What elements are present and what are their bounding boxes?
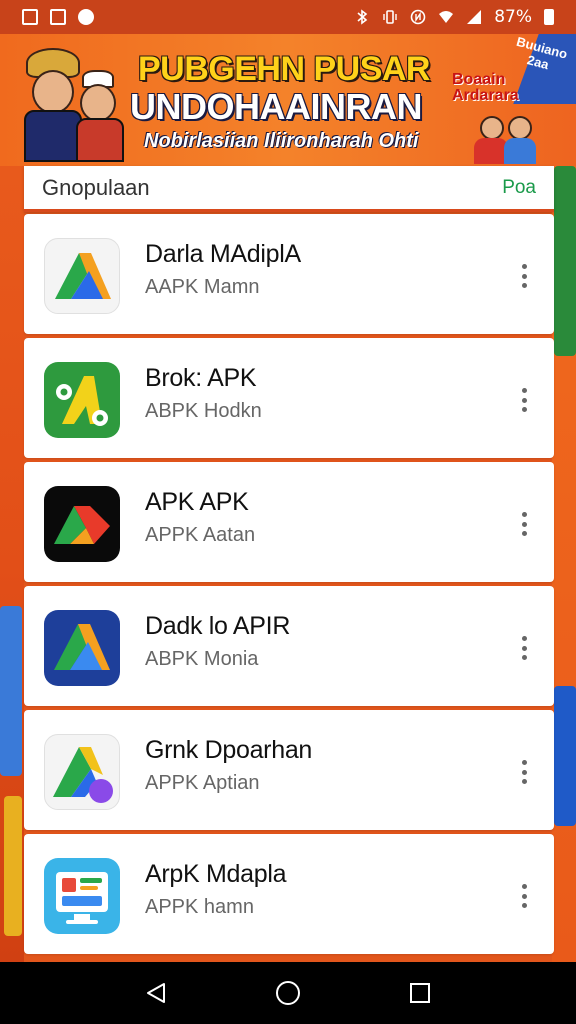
more-options-icon[interactable]	[516, 512, 532, 536]
banner-right-text-line1: Boaain	[452, 71, 506, 88]
app-name: ArpK Mdapla	[145, 860, 287, 888]
app-subtitle: APPK Aatan	[145, 524, 256, 546]
app-subtitle: AAPK Mamn	[145, 276, 260, 298]
banner-subtitle: Nobirlasiian Iliironharah Ohti	[144, 130, 419, 152]
blue-a-icon	[44, 610, 120, 686]
banner-right-text-line2: Ardarara	[452, 87, 519, 104]
app-list: Darla MAdiplA AAPK Mamn Brok: APK ABPK H…	[24, 214, 554, 958]
promo-banner[interactable]: PUBGEHN PUSAR UNDOHAAINRAN Nobirlasiian …	[0, 34, 576, 166]
banner-kids-image	[468, 114, 538, 164]
status-bar: 87%	[0, 0, 576, 34]
list-item[interactable]: ArpK Mdapla APPK hamn	[24, 834, 554, 954]
vibrate-icon	[383, 10, 397, 24]
dark-a-icon	[44, 486, 120, 562]
search-text[interactable]: Gnopulaan	[42, 175, 150, 201]
status-right-icons: 87%	[354, 7, 554, 27]
app-subtitle: ABPK Hodkn	[145, 400, 262, 422]
right-background-decor	[552, 166, 576, 966]
more-options-icon[interactable]	[516, 264, 532, 288]
tablet-icon	[44, 858, 120, 934]
app-name: APK APK	[145, 488, 249, 516]
app-subtitle: APPK hamn	[145, 896, 254, 918]
recents-button[interactable]	[400, 973, 440, 1013]
signal-icon	[467, 10, 482, 24]
app-subtitle: ABPK Monia	[145, 648, 259, 670]
more-options-icon[interactable]	[516, 884, 532, 908]
more-options-icon[interactable]	[516, 388, 532, 412]
banner-right-text: Boaain Ardarara	[452, 72, 519, 104]
app-name: Dadk lo APIR	[145, 612, 291, 640]
battery-percent: 87%	[494, 7, 532, 27]
list-item[interactable]: Brok: APK ABPK Hodkn	[24, 338, 554, 458]
back-button[interactable]	[136, 973, 176, 1013]
image-icon	[50, 9, 66, 25]
back-icon	[147, 983, 165, 1003]
banner-title-line2: UNDOHAAINRAN	[130, 86, 422, 127]
purple-dot-a-icon	[44, 734, 120, 810]
home-icon	[276, 981, 300, 1005]
list-item[interactable]: Darla MAdiplA AAPK Mamn	[24, 214, 554, 334]
triangle-a-icon	[44, 238, 120, 314]
notification-icon	[78, 9, 94, 25]
banner-characters	[18, 48, 128, 163]
search-bar[interactable]: Gnopulaan Poa	[24, 166, 554, 212]
wifi-icon	[439, 11, 454, 23]
search-action-button[interactable]: Poa	[502, 177, 536, 199]
left-background-decor	[0, 166, 24, 966]
battery-icon	[544, 9, 554, 25]
nfc-icon	[410, 9, 426, 25]
status-left-icons	[22, 9, 94, 25]
app-name: Grnk Dpoarhan	[145, 736, 313, 764]
bluetooth-icon	[357, 9, 368, 25]
navigation-bar	[0, 962, 576, 1024]
app-name: Darla MAdiplA	[145, 240, 301, 268]
banner-title-line1: PUBGEHN PUSAR	[138, 50, 430, 88]
list-item[interactable]: Grnk Dpoarhan APPK Aptian	[24, 710, 554, 830]
list-item[interactable]: APK APK APPK Aatan	[24, 462, 554, 582]
gear-a-icon	[44, 362, 120, 438]
gallery-icon	[22, 9, 38, 25]
home-button[interactable]	[268, 973, 308, 1013]
app-subtitle: APPK Aptian	[145, 772, 260, 794]
recents-icon	[410, 983, 430, 1003]
list-item[interactable]: Dadk lo APIR ABPK Monia	[24, 586, 554, 706]
more-options-icon[interactable]	[516, 636, 532, 660]
more-options-icon[interactable]	[516, 760, 532, 784]
app-name: Brok: APK	[145, 364, 257, 392]
